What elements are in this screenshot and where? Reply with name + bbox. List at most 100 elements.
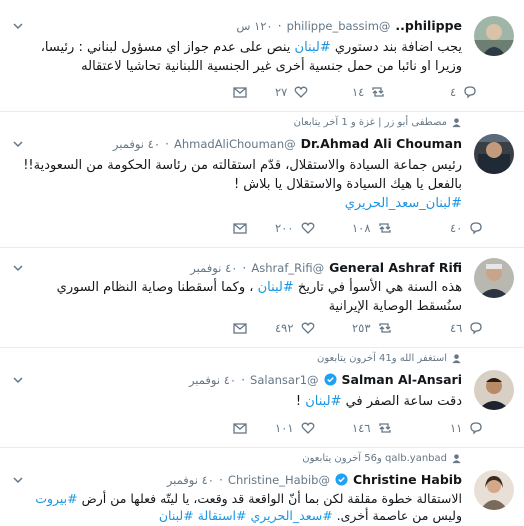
heart-icon (294, 86, 308, 98)
envelope-icon (233, 87, 247, 98)
reply-button[interactable]: ٤٠ (450, 220, 484, 236)
tweet-header: Christine Habib @Christine_Habib · ٤٠ نو… (167, 472, 462, 487)
separator-dot: · (218, 472, 223, 487)
hashtag[interactable]: #لبنان (258, 280, 294, 295)
tweet-time[interactable]: ٤٠ نوفمبر (190, 261, 237, 275)
avatar[interactable] (474, 134, 514, 174)
retweet-count: ١٤ (352, 85, 365, 99)
social-context-text[interactable]: مصطفى أبو زر | غزة و 1 آخر يتابعان (294, 117, 447, 128)
tweet[interactable]: philippe.. @philippe_bassim · ١٢٠ س يجب … (0, 0, 524, 112)
retweet-button[interactable]: ٢٥٣ (352, 320, 393, 336)
direct-message-button[interactable] (232, 220, 248, 236)
tweet-time[interactable]: ٤٠ نوفمبر (167, 473, 214, 487)
avatar[interactable] (474, 16, 514, 56)
author-name[interactable]: Christine Habib (353, 472, 462, 487)
tweet-actions: ١١ ١٤٦ ١٠١ (0, 420, 483, 440)
like-button[interactable]: ٢٠٠ (275, 220, 316, 236)
chevron-down-icon[interactable] (12, 138, 24, 150)
retweet-button[interactable]: ١٠٨ (352, 220, 393, 236)
chevron-down-icon[interactable] (12, 474, 24, 486)
person-icon (452, 354, 461, 364)
tweet[interactable]: استغفر الله و41 آخرون يتابعون Salman Al-… (0, 348, 524, 448)
direct-message-button[interactable] (232, 84, 248, 100)
reply-button[interactable]: ٤ (450, 84, 478, 100)
heart-icon (301, 422, 314, 434)
tweet[interactable]: qalb.yanbad و56 آخرون يتابعون Christine … (0, 448, 524, 526)
hashtag[interactable]: #لبنان_سعد_الحريري (10, 194, 462, 213)
like-button[interactable]: ٢٧ (275, 84, 309, 100)
avatar[interactable] (474, 470, 514, 510)
retweet-icon (372, 87, 385, 97)
reply-icon (470, 222, 483, 235)
retweet-count: ٢٥٣ (352, 321, 371, 335)
retweet-icon (378, 323, 391, 333)
tweet-actions: ٤٦ ٢٥٣ ٤٩٢ (0, 320, 483, 340)
reply-icon (470, 422, 483, 435)
separator-dot: · (165, 136, 169, 151)
reply-button[interactable]: ٤٦ (450, 320, 484, 336)
direct-message-button[interactable] (232, 420, 248, 436)
hashtag[interactable]: #بيروت (35, 491, 77, 506)
heart-icon (301, 322, 314, 334)
social-context: qalb.yanbad و56 آخرون يتابعون (302, 453, 462, 464)
author-handle[interactable]: @philippe_bassim (287, 19, 391, 33)
tweet-text-part: ، وكما أسقطنا وصاية النظام السوري (56, 280, 258, 295)
hashtag[interactable]: #لبنان (295, 40, 331, 55)
retweet-button[interactable]: ١٤ (352, 84, 386, 100)
tweet-actions: ٤ ١٤ ٢٧ (0, 84, 476, 104)
social-context-text[interactable]: qalb.yanbad و56 آخرون يتابعون (302, 453, 447, 464)
tweet-text-part: دقت ساعة الصفر في (341, 394, 462, 409)
tweet[interactable]: General Ashraf Rifi @Ashraf_Rifi · ٤٠ نو… (0, 248, 524, 348)
retweet-button[interactable]: ١٤٦ (352, 420, 393, 436)
reply-count: ١١ (450, 421, 463, 435)
tweet[interactable]: مصطفى أبو زر | غزة و 1 آخر يتابعان Dr.Ah… (0, 112, 524, 248)
author-name[interactable]: Dr.Ahmad Ali Chouman (301, 136, 462, 151)
retweet-icon (378, 423, 391, 433)
avatar[interactable] (474, 370, 514, 410)
like-button[interactable]: ٤٩٢ (275, 320, 316, 336)
author-name[interactable]: General Ashraf Rifi (329, 260, 462, 275)
tweet-header: General Ashraf Rifi @Ashraf_Rifi · ٤٠ نو… (190, 260, 462, 275)
reply-count: ٤ (450, 85, 457, 99)
reply-count: ٤٠ (450, 221, 463, 235)
author-name[interactable]: Salman Al-Ansari (342, 372, 462, 387)
person-icon (452, 118, 461, 128)
tweet-time[interactable]: ٤٠ نوفمبر (113, 137, 160, 151)
like-count: ٢٧ (275, 85, 288, 99)
tweet-text-line: الاستقالة خطوة مقلقة لكن بما أنّ الواقعة… (10, 490, 462, 507)
separator-dot: · (277, 18, 282, 33)
social-context: مصطفى أبو زر | غزة و 1 آخر يتابعان (294, 117, 462, 128)
tweet-text-part: ! (295, 394, 306, 409)
author-handle[interactable]: @AhmadAliChouman (174, 137, 296, 151)
tweet-text-part: الاستقالة خطوة مقلقة لكن بما أنّ الواقعة… (77, 491, 462, 506)
tweet-text: رئيس جماعة السيادة والاستقلال، قدّم استق… (10, 156, 462, 213)
like-button[interactable]: ١٠١ (275, 420, 316, 436)
tweet-text-line: رئيس جماعة السيادة والاستقلال، قدّم استق… (23, 158, 462, 173)
tweet-text-line: هذه السنة هي الأسوأ في تاريخ #لبنان ، وك… (10, 278, 462, 297)
author-handle[interactable]: @Salansar1 (250, 373, 318, 387)
direct-message-button[interactable] (232, 320, 248, 336)
tweet-actions: ٤٠ ١٠٨ ٢٠٠ (0, 220, 483, 240)
like-count: ١٠١ (275, 421, 294, 435)
tweet-text: الاستقالة خطوة مقلقة لكن بما أنّ الواقعة… (10, 490, 462, 524)
reply-button[interactable]: ١١ (450, 420, 484, 436)
heart-icon (301, 222, 314, 234)
avatar[interactable] (474, 258, 514, 298)
tweet-text-part: هذه السنة هي الأسوأ في تاريخ (293, 280, 462, 295)
hashtag[interactable]: #لبنان (305, 394, 341, 409)
chevron-down-icon[interactable] (12, 262, 24, 274)
hashtag[interactable]: #سعد_الحريري #استقالة #لبنان (159, 508, 333, 523)
tweet-header: Dr.Ahmad Ali Chouman @AhmadAliChouman · … (113, 136, 462, 151)
social-context-text[interactable]: استغفر الله و41 آخرون يتابعون (317, 353, 447, 364)
author-handle[interactable]: @Christine_Habib (228, 473, 330, 487)
author-handle[interactable]: @Ashraf_Rifi (251, 261, 324, 275)
tweet-text-line: سنُسقط الوصاية الإيرانية (328, 299, 462, 314)
retweet-icon (378, 223, 391, 233)
chevron-down-icon[interactable] (12, 20, 24, 32)
tweet-time[interactable]: ١٢٠ س (236, 19, 272, 33)
tweet-header: Salman Al-Ansari @Salansar1 · ٤٠ نوفمبر (189, 372, 462, 387)
tweet-time[interactable]: ٤٠ نوفمبر (189, 373, 236, 387)
author-name[interactable]: philippe.. (395, 18, 462, 33)
reply-icon (470, 322, 483, 335)
chevron-down-icon[interactable] (12, 374, 24, 386)
